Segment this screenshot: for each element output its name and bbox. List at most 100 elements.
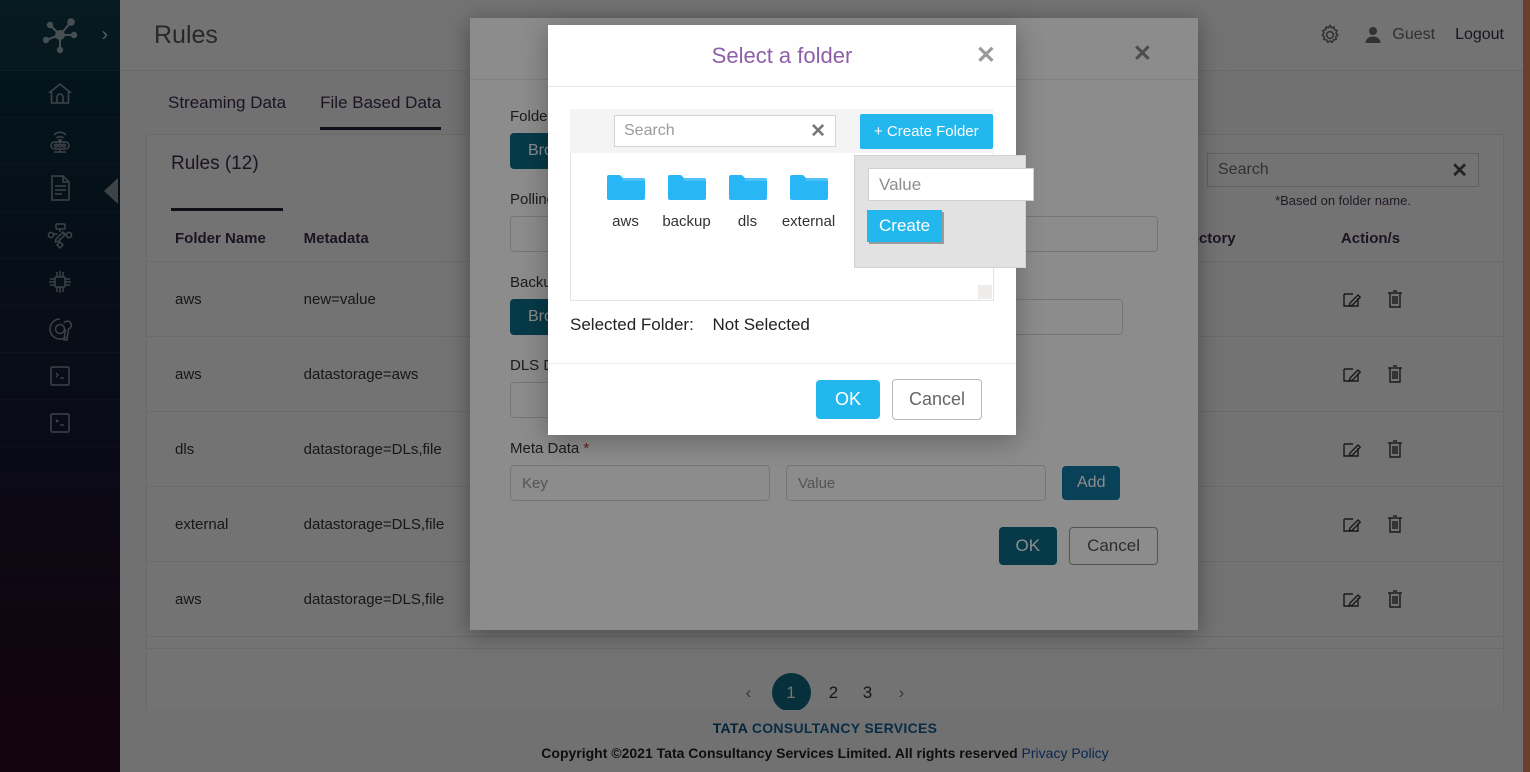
tab-streaming-data[interactable]: Streaming Data bbox=[168, 93, 286, 130]
chip-icon bbox=[49, 271, 71, 293]
folder-name: aws bbox=[612, 213, 639, 230]
trash-icon[interactable] bbox=[1385, 363, 1405, 385]
folder-search-box[interactable]: Search ✕ bbox=[614, 115, 836, 147]
edit-icon[interactable] bbox=[1341, 588, 1363, 610]
sidebar-item-home[interactable] bbox=[0, 71, 120, 118]
list-item[interactable]: aws bbox=[595, 171, 656, 230]
file-browser-toolbar: Search ✕ + Create Folder bbox=[570, 109, 994, 153]
cell-folder-name: aws bbox=[147, 561, 304, 637]
selected-folder-value: Not Selected bbox=[712, 315, 810, 334]
folder-name: dls bbox=[737, 213, 758, 230]
cell-folder-name: aws bbox=[147, 261, 304, 337]
edit-icon[interactable] bbox=[1341, 438, 1363, 460]
folder-dialog-title: Select a folder bbox=[711, 42, 853, 68]
sidebar-item-terminal-alt[interactable] bbox=[0, 400, 120, 447]
sidebar-item-settings[interactable] bbox=[0, 306, 120, 353]
folder-cancel-button[interactable]: Cancel bbox=[891, 379, 982, 420]
pagination-page-3[interactable]: 3 bbox=[857, 683, 879, 703]
trash-icon[interactable] bbox=[1385, 513, 1405, 535]
create-folder-popup: Value Create bbox=[854, 155, 1034, 268]
resize-handle-icon[interactable] bbox=[978, 285, 992, 299]
meta-key-input[interactable]: Key bbox=[510, 465, 770, 501]
search-hint: *Based on folder name. bbox=[1275, 193, 1411, 208]
edit-icon[interactable] bbox=[1341, 513, 1363, 535]
copyright-text: Copyright ©2021 Tata Consultancy Service… bbox=[120, 745, 1530, 761]
trash-icon[interactable] bbox=[1385, 588, 1405, 610]
sidebar-item-terminal[interactable] bbox=[0, 353, 120, 400]
cell-actions bbox=[1340, 561, 1503, 637]
cell-actions bbox=[1340, 486, 1503, 562]
user-name: Guest bbox=[1392, 26, 1436, 43]
tab-file-based-data[interactable]: File Based Data bbox=[320, 93, 442, 130]
folder-dialog-header: Select a folder ✕ bbox=[548, 25, 1016, 87]
pagination-prev[interactable]: ‹ bbox=[738, 683, 760, 703]
folder-name: external bbox=[781, 213, 836, 230]
cell-actions bbox=[1340, 261, 1503, 337]
folder-ok-button[interactable]: OK bbox=[815, 380, 880, 419]
iot-device-icon bbox=[50, 131, 70, 153]
edit-icon[interactable] bbox=[1341, 363, 1363, 385]
pagination-page-2[interactable]: 2 bbox=[823, 683, 845, 703]
meta-value-input[interactable]: Value bbox=[786, 465, 1046, 501]
pagination-page-1[interactable]: 1 bbox=[771, 673, 811, 712]
sidebar: › bbox=[0, 0, 120, 772]
col-actions: Action/s bbox=[1340, 216, 1503, 262]
trash-icon[interactable] bbox=[1385, 438, 1405, 460]
list-item[interactable]: dls bbox=[717, 171, 778, 230]
close-x-icon[interactable]: ✕ bbox=[1451, 158, 1468, 183]
sidebar-item-devices[interactable] bbox=[0, 118, 120, 165]
create-folder-value-input[interactable]: Value bbox=[868, 168, 1034, 201]
pagination-next[interactable]: › bbox=[891, 683, 913, 703]
col-folder-name[interactable]: Folder Name bbox=[147, 216, 304, 262]
copyright-line: Copyright ©2021 Tata Consultancy Service… bbox=[541, 745, 1018, 761]
cell-folder-name: external bbox=[147, 486, 304, 562]
gear-wrench-icon bbox=[49, 318, 73, 341]
rule-ok-button[interactable]: OK bbox=[998, 527, 1058, 565]
meta-data-label-text: Meta Data bbox=[510, 440, 580, 457]
home-icon bbox=[48, 82, 72, 104]
create-folder-submit-button[interactable]: Create bbox=[867, 210, 943, 242]
rules-search-input[interactable]: Search bbox=[1218, 161, 1269, 179]
right-edge-stripe bbox=[1523, 0, 1530, 772]
folder-dialog-footer: OK Cancel bbox=[548, 363, 1016, 435]
page-footer: TATA CONSULTANCY SERVICES Copyright ©202… bbox=[120, 710, 1530, 772]
sidebar-item-documents[interactable] bbox=[0, 165, 120, 212]
terminal-alt-icon bbox=[50, 413, 70, 433]
table-header-accent bbox=[171, 208, 283, 211]
folder-name: backup bbox=[662, 213, 711, 230]
folder-icon bbox=[728, 175, 767, 200]
close-x-icon[interactable]: ✕ bbox=[1133, 40, 1152, 67]
cell-actions bbox=[1340, 411, 1503, 487]
create-folder-button[interactable]: + Create Folder bbox=[860, 113, 993, 149]
rule-cancel-button[interactable]: Cancel bbox=[1069, 527, 1158, 565]
required-asterisk: * bbox=[583, 440, 590, 457]
selected-folder-row: Selected Folder: Not Selected bbox=[570, 315, 994, 335]
terminal-icon bbox=[50, 366, 70, 386]
sidebar-collapse-handle[interactable] bbox=[104, 178, 118, 204]
network-hub-icon bbox=[42, 18, 78, 54]
list-item[interactable]: external bbox=[778, 171, 839, 230]
user-account[interactable]: Guest bbox=[1363, 25, 1435, 45]
sidebar-logo[interactable]: › bbox=[0, 0, 120, 71]
folder-icon bbox=[667, 175, 706, 200]
edit-icon[interactable] bbox=[1341, 288, 1363, 310]
privacy-policy-link[interactable]: Privacy Policy bbox=[1022, 745, 1109, 761]
rules-search-box[interactable]: Search ✕ bbox=[1207, 153, 1479, 187]
cell-folder-name: dls bbox=[147, 411, 304, 487]
selected-folder-label: Selected Folder: bbox=[570, 315, 694, 334]
add-metadata-button[interactable]: Add bbox=[1062, 466, 1121, 500]
sidebar-item-design[interactable] bbox=[0, 212, 120, 259]
list-item[interactable]: backup bbox=[656, 171, 717, 230]
sidebar-item-chip[interactable] bbox=[0, 259, 120, 306]
design-edit-icon bbox=[47, 223, 73, 250]
close-x-icon[interactable]: ✕ bbox=[810, 120, 826, 143]
chevron-right-icon[interactable]: › bbox=[102, 26, 108, 45]
logout-link[interactable]: Logout bbox=[1455, 26, 1504, 44]
close-x-icon[interactable]: ✕ bbox=[976, 44, 996, 68]
document-icon bbox=[51, 175, 70, 201]
gear-icon[interactable] bbox=[1317, 22, 1343, 48]
trash-icon[interactable] bbox=[1385, 288, 1405, 310]
page-title: Rules bbox=[154, 20, 218, 49]
folder-search-input[interactable]: Search bbox=[624, 122, 675, 140]
cell-folder-name: aws bbox=[147, 336, 304, 412]
